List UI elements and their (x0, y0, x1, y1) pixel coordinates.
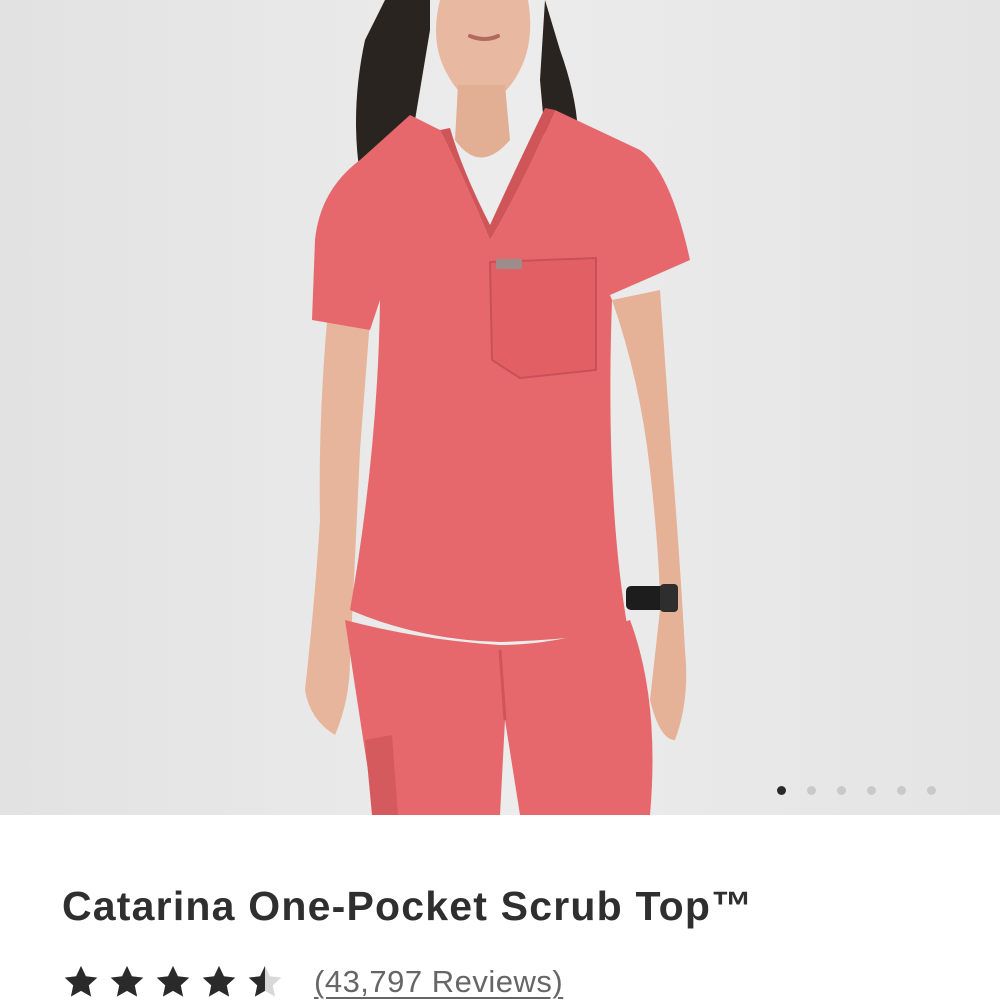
carousel-dot-3[interactable] (837, 786, 846, 795)
carousel-dot-2[interactable] (807, 786, 816, 795)
star-half-icon (248, 965, 282, 997)
reviews-link[interactable]: (43,797 Reviews) (314, 962, 563, 1002)
carousel-dot-5[interactable] (897, 786, 906, 795)
carousel-pagination (777, 786, 936, 795)
product-photo (0, 0, 1000, 815)
star-full-icon (64, 965, 98, 997)
product-title: Catarina One-Pocket Scrub Top™ (62, 883, 754, 929)
carousel-dot-6[interactable] (927, 786, 936, 795)
star-full-icon (156, 965, 190, 997)
rating-stars (62, 963, 284, 1001)
star-full-icon (110, 965, 144, 997)
carousel-dot-1[interactable] (777, 786, 786, 795)
product-image-carousel[interactable] (0, 0, 1000, 815)
product-rating[interactable]: (43,797 Reviews) (62, 962, 563, 1002)
star-full-icon (202, 965, 236, 997)
carousel-dot-4[interactable] (867, 786, 876, 795)
